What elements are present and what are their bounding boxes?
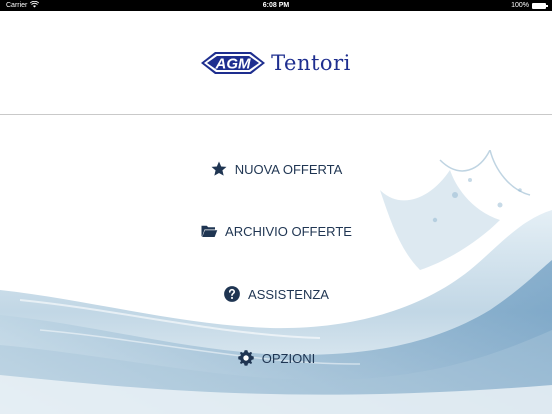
menu-item-label: ARCHIVIO OFFERTE	[225, 223, 352, 239]
main-menu: NUOVA OFFERTA ARCHIVIO OFFERTE ASSISTENZ…	[0, 115, 552, 414]
menu-item-label: OPZIONI	[261, 350, 316, 366]
battery-icon	[532, 2, 548, 9]
wifi-icon	[30, 0, 40, 10]
app-header: AGM Tentori	[0, 11, 552, 115]
folder-open-icon	[200, 222, 218, 240]
clock: 6:08 PM	[262, 2, 290, 9]
status-right: 100%	[511, 2, 548, 9]
carrier-label: Carrier	[6, 2, 28, 9]
menu-item-nuova-offerta[interactable]: NUOVA OFFERTA	[0, 154, 552, 184]
menu-item-opzioni[interactable]: OPZIONI	[0, 343, 552, 373]
star-icon	[210, 160, 228, 178]
status-bar: Carrier 6:08 PM 100%	[0, 0, 552, 11]
agm-tentori-logo: AGM Tentori	[201, 50, 351, 76]
question-circle-icon	[223, 285, 241, 303]
menu-item-label: NUOVA OFFERTA	[234, 161, 343, 177]
battery-fill	[533, 3, 545, 8]
status-left: Carrier	[6, 0, 40, 10]
gear-icon	[237, 349, 255, 367]
menu-item-assistenza[interactable]: ASSISTENZA	[0, 279, 552, 309]
battery-percent: 100%	[511, 2, 529, 9]
menu-item-archivio-offerte[interactable]: ARCHIVIO OFFERTE	[0, 216, 552, 246]
menu-item-label: ASSISTENZA	[248, 286, 329, 302]
logo-name: Tentori	[271, 51, 351, 75]
agm-logo-mark: AGM	[201, 52, 266, 74]
logo-mark-text: AGM	[215, 56, 252, 73]
